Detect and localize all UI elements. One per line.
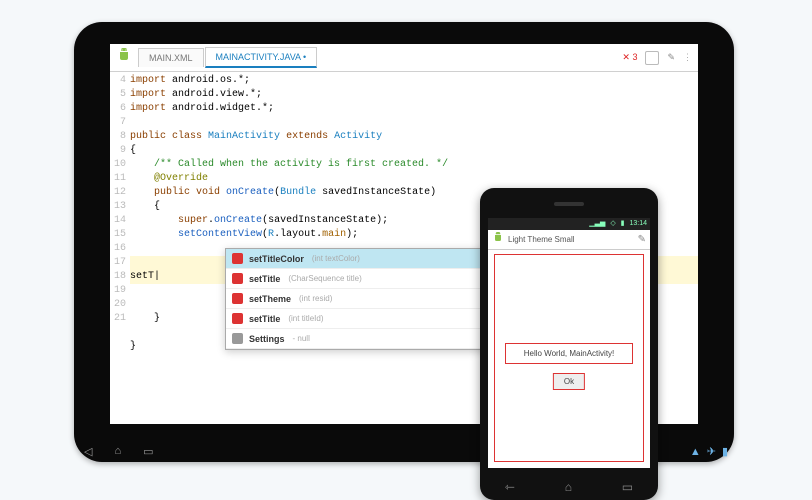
phone-device: ▁▃▅ ◇ ▮ 13:14 Light Theme Small ✎ Hello …	[480, 188, 658, 500]
wifi-icon: ◇	[610, 220, 615, 227]
error-indicator[interactable]: ✕ 3	[622, 52, 637, 63]
line-gutter: 456789101112131415161718192021	[110, 74, 130, 354]
suggestion-name: setTitle	[249, 314, 280, 324]
home-icon[interactable]: ⌂	[114, 445, 121, 458]
recent-icon[interactable]: ▭	[622, 480, 633, 494]
hello-world-text: Hello World, MainActivity!	[505, 343, 633, 364]
airplane-icon: ✈	[707, 445, 716, 458]
phone-navbar: ⇽ ⌂ ▭	[480, 480, 658, 494]
suggestion-params: (int resid)	[299, 294, 332, 303]
method-icon	[232, 273, 243, 284]
back-icon[interactable]: ⇽	[505, 480, 515, 494]
error-count: 3	[632, 52, 637, 62]
battery-icon: ▮	[621, 220, 625, 227]
phone-title: Light Theme Small	[508, 235, 575, 244]
tab-label: MAINACTIVITY.JAVA •	[216, 52, 307, 62]
method-icon	[232, 293, 243, 304]
phone-speaker	[554, 202, 584, 206]
battery-icon: ▮	[722, 445, 728, 458]
suggestion-params: (int textColor)	[312, 254, 360, 263]
ok-button[interactable]: Ok	[553, 373, 585, 390]
app-logo-icon	[492, 232, 504, 247]
app-logo-icon	[116, 48, 132, 68]
menu-icon[interactable]: ⋮	[683, 52, 692, 63]
suggestion-params: - null	[293, 334, 310, 343]
suggestion-name: Settings	[249, 334, 285, 344]
status-time: 13:14	[629, 220, 647, 227]
suggestion-name: setTitle	[249, 274, 280, 284]
tab-main-xml[interactable]: MAIN.XML	[138, 48, 204, 67]
tab-mainactivity-java[interactable]: MAINACTIVITY.JAVA •	[205, 47, 318, 68]
phone-toolbar: Light Theme Small ✎	[488, 230, 650, 250]
recent-icon[interactable]: ▭	[143, 445, 153, 458]
editor-toolbar: MAIN.XML MAINACTIVITY.JAVA • ✕ 3 ✎ ⋮	[110, 44, 698, 72]
run-icon[interactable]	[645, 51, 659, 65]
suggestion-name: setTheme	[249, 294, 291, 304]
suggestion-params: (CharSequence title)	[288, 274, 361, 283]
settings-icon	[232, 333, 243, 344]
app-preview-frame: Hello World, MainActivity! Ok	[494, 254, 644, 462]
back-icon[interactable]: ◁	[84, 445, 92, 458]
signal-icon: ▁▃▅	[589, 220, 605, 227]
suggestion-params: (int titleId)	[288, 314, 323, 323]
phone-statusbar: ▁▃▅ ◇ ▮ 13:14	[488, 218, 650, 230]
method-icon	[232, 313, 243, 324]
method-icon	[232, 253, 243, 264]
edit-icon[interactable]: ✎	[638, 234, 646, 245]
edit-icon[interactable]: ✎	[667, 52, 675, 63]
wifi-icon: ▲	[690, 446, 701, 458]
home-icon[interactable]: ⌂	[565, 480, 572, 494]
phone-screen: ▁▃▅ ◇ ▮ 13:14 Light Theme Small ✎ Hello …	[488, 218, 650, 468]
suggestion-name: setTitleColor	[249, 254, 304, 264]
tab-label: MAIN.XML	[149, 53, 193, 63]
